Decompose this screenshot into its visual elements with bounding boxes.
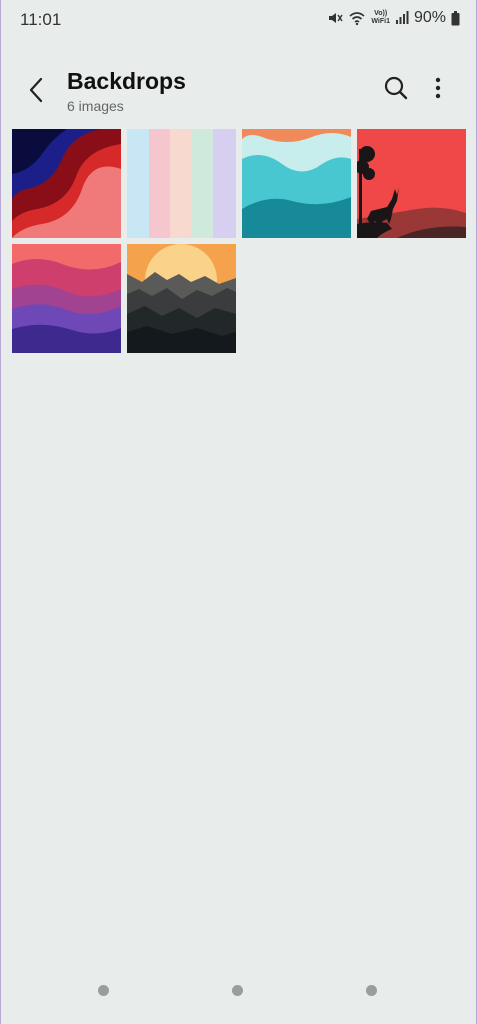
image-thumbnail-teal-waves[interactable] xyxy=(242,129,351,238)
signal-icon xyxy=(395,11,409,24)
image-thumbnail-pastel-stripes[interactable] xyxy=(127,129,236,238)
nav-home-button[interactable] xyxy=(232,985,243,996)
more-vertical-icon xyxy=(435,77,441,99)
page-title: Backdrops xyxy=(67,68,186,94)
purple-waves-image xyxy=(12,244,121,353)
wifi-call-icon xyxy=(349,12,365,26)
nav-recents-button[interactable] xyxy=(98,985,109,996)
volte-wifi-label: Vo)) WiFi1 xyxy=(371,10,390,26)
red-blue-waves-image xyxy=(12,129,121,238)
battery-icon xyxy=(451,10,460,25)
chevron-left-icon xyxy=(29,77,43,103)
image-thumbnail-red-blue-waves[interactable] xyxy=(12,129,121,238)
pastel-stripes-image xyxy=(127,129,236,238)
nav-back-button[interactable] xyxy=(366,985,377,996)
navigation-bar xyxy=(1,968,476,1024)
status-icons: Vo)) WiFi1 90% xyxy=(327,9,460,27)
image-count: 6 images xyxy=(67,98,124,114)
battery-percent: 90% xyxy=(413,9,446,26)
more-options-button[interactable] xyxy=(428,74,448,102)
sunset-mountains-image xyxy=(127,244,236,353)
volte-label: Vo)) xyxy=(374,10,388,17)
search-button[interactable] xyxy=(382,74,410,102)
wifi1-label: WiFi1 xyxy=(371,18,390,25)
image-thumbnail-deer-silhouette[interactable] xyxy=(357,129,466,238)
deer-silhouette-image xyxy=(357,129,466,238)
image-grid xyxy=(12,129,466,353)
teal-waves-image xyxy=(242,129,351,238)
mute-icon xyxy=(329,13,343,23)
back-button[interactable] xyxy=(21,74,53,106)
search-icon xyxy=(384,76,408,100)
app-bar: Backdrops 6 images xyxy=(1,58,476,122)
image-thumbnail-sunset-mountains[interactable] xyxy=(127,244,236,353)
status-time: 11:01 xyxy=(20,10,62,29)
image-thumbnail-purple-waves[interactable] xyxy=(12,244,121,353)
status-bar: 11:01 Vo)) WiFi1 90% xyxy=(1,0,476,40)
